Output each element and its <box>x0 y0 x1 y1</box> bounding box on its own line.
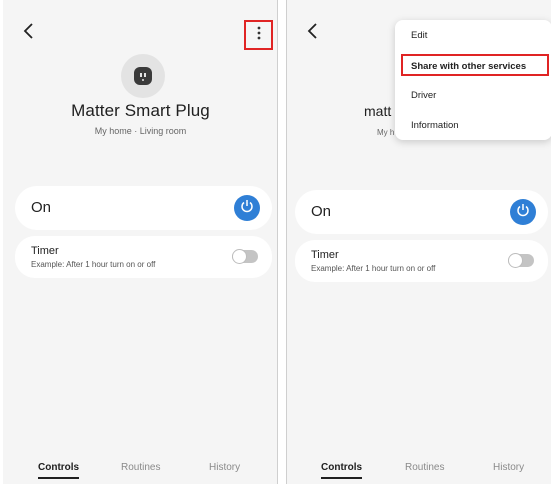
left-screen: Matter Smart Plug My home · Living room … <box>3 0 278 484</box>
right-screen: matt My h On Timer Example: After 1 hour… <box>286 0 551 484</box>
power-card: On <box>15 186 272 230</box>
tab-history[interactable]: History <box>209 462 240 473</box>
power-card: On <box>295 190 548 234</box>
timer-title: Timer <box>31 245 59 257</box>
timer-toggle[interactable] <box>232 249 258 264</box>
power-icon <box>516 203 530 222</box>
timer-card: Timer Example: After 1 hour turn on or o… <box>15 236 272 278</box>
timer-title: Timer <box>311 249 339 261</box>
back-arrow-icon[interactable] <box>21 22 37 40</box>
timer-toggle[interactable] <box>508 253 534 268</box>
tab-controls[interactable]: Controls <box>38 462 80 479</box>
smart-plug-icon <box>121 54 165 98</box>
device-title: Matter Smart Plug <box>71 101 210 120</box>
menu-item-edit[interactable]: Edit <box>411 30 427 41</box>
menu-item-information[interactable]: Information <box>411 120 459 131</box>
more-options-button[interactable] <box>244 20 273 50</box>
back-arrow-icon[interactable] <box>305 22 321 40</box>
device-location: My h <box>377 128 395 137</box>
power-state-label: On <box>31 199 52 216</box>
power-button[interactable] <box>234 195 260 221</box>
tab-history[interactable]: History <box>493 462 524 473</box>
power-state-label: On <box>311 203 332 220</box>
screen-divider <box>278 0 286 484</box>
bottom-nav: Controls Routines History <box>3 462 277 480</box>
timer-card: Timer Example: After 1 hour turn on or o… <box>295 240 548 282</box>
menu-item-share-with-other-services[interactable]: Share with other services <box>401 54 549 76</box>
tab-routines[interactable]: Routines <box>121 462 160 473</box>
tab-controls[interactable]: Controls <box>321 462 363 479</box>
device-location: My home · Living room <box>94 126 187 136</box>
tab-routines[interactable]: Routines <box>405 462 444 473</box>
more-vert-icon <box>257 26 261 45</box>
power-button[interactable] <box>510 199 536 225</box>
device-title: matt <box>364 103 392 119</box>
overflow-menu: Edit Share with other services Driver In… <box>395 20 551 140</box>
power-icon <box>240 199 254 218</box>
bottom-nav: Controls Routines History <box>287 462 551 480</box>
timer-description: Example: After 1 hour turn on or off <box>311 264 436 273</box>
menu-item-driver[interactable]: Driver <box>411 90 436 101</box>
timer-description: Example: After 1 hour turn on or off <box>31 260 156 269</box>
